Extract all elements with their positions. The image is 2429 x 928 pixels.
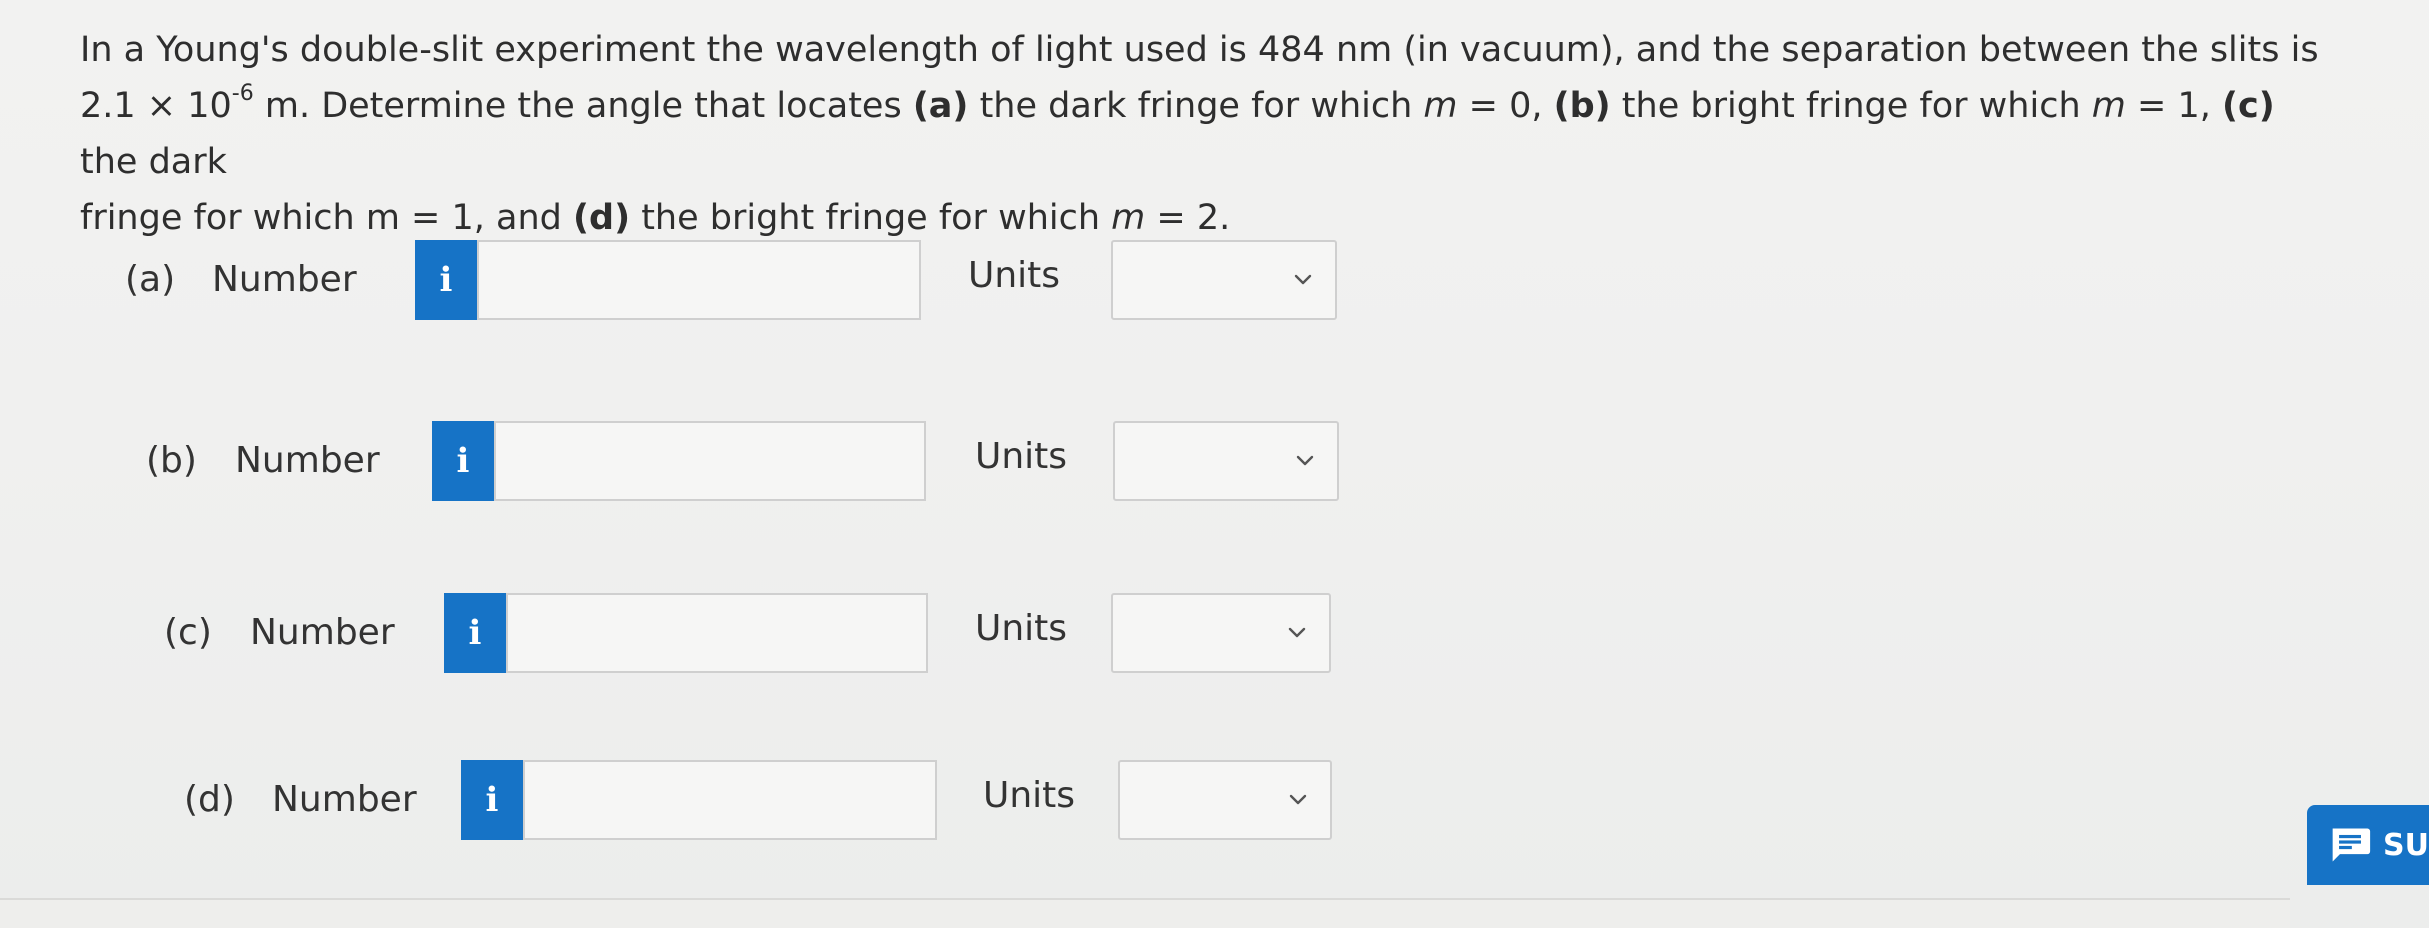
part-d-units-select[interactable] <box>1118 760 1332 840</box>
m-equals-1: = 1, <box>2125 86 2222 126</box>
part-b-text: the bright fringe for which <box>1610 86 2092 126</box>
info-icon: i <box>468 613 482 653</box>
and-text: , and <box>473 198 574 238</box>
part-b-units-label: Units <box>975 436 1068 477</box>
part-d-number-input[interactable] <box>523 760 937 840</box>
part-d-tag: (d) <box>573 198 631 238</box>
part-a-number-input[interactable] <box>477 240 921 320</box>
submit-tab-label: SU <box>2383 827 2429 863</box>
part-a-tag: (a) <box>912 86 969 126</box>
part-d-row: (d) Number i Units <box>0 760 1400 840</box>
part-b-number-input[interactable] <box>494 421 926 501</box>
m-variable: m <box>1111 198 1146 238</box>
part-b-row: (b) Number i Units <box>0 421 1400 501</box>
chevron-down-icon <box>1294 274 1312 285</box>
m-equals-1-dark: m = 1 <box>365 198 474 238</box>
question-line-2: 2.1 × 10-6 m. Determine the angle that l… <box>80 78 2320 190</box>
part-c-info-button[interactable]: i <box>444 593 506 673</box>
part-b-tag: (b) <box>1553 86 1611 126</box>
info-icon: i <box>439 260 453 300</box>
part-d-number-label: Number <box>272 779 417 820</box>
m-equals-2: = 2. <box>1145 198 1231 238</box>
part-d-label: (d) <box>184 779 235 820</box>
m-variable: m <box>2091 86 2126 126</box>
part-a-number-label: Number <box>212 259 357 300</box>
info-icon: i <box>485 780 499 820</box>
question-line-1: In a Young's double-slit experiment the … <box>80 22 2320 78</box>
slit-separation-exponent: -6 <box>231 81 254 107</box>
chevron-down-icon <box>1288 627 1306 638</box>
part-c-units-label: Units <box>975 608 1068 649</box>
part-a-units-label: Units <box>968 255 1061 296</box>
part-c-number-label: Number <box>250 612 395 653</box>
part-b-label: (b) <box>146 440 197 481</box>
part-c-text: the dark <box>80 142 227 182</box>
part-c-tag: (c) <box>2222 86 2275 126</box>
info-icon: i <box>456 441 470 481</box>
m-equals-0: = 0, <box>1457 86 1554 126</box>
part-d-units-label: Units <box>983 775 1076 816</box>
part-c-units-select[interactable] <box>1111 593 1331 673</box>
slit-separation-mantissa: 2.1 × 10 <box>80 86 232 126</box>
part-c-row: (c) Number i Units <box>0 593 1400 673</box>
part-d-info-button[interactable]: i <box>461 760 523 840</box>
part-b-number-label: Number <box>235 440 380 481</box>
part-a-units-select[interactable] <box>1111 240 1337 320</box>
chat-bubble-icon <box>2332 828 2371 862</box>
part-d-text: the bright fringe for which <box>630 198 1112 238</box>
chevron-down-icon <box>1296 455 1314 466</box>
question-line-3: fringe for which m = 1, and (d) the brig… <box>80 190 2320 246</box>
chevron-down-icon <box>1289 794 1307 805</box>
bottom-panel-edge <box>0 898 2290 928</box>
question-line-2-text: m. Determine the angle that locates <box>253 86 913 126</box>
question-line-3-text: fringe for which <box>80 198 366 238</box>
question-line-1-text: In a Young's double-slit experiment the … <box>80 30 2319 70</box>
part-a-row: (a) Number i Units <box>0 240 1400 320</box>
part-a-info-button[interactable]: i <box>415 240 477 320</box>
question-text: In a Young's double-slit experiment the … <box>80 22 2320 246</box>
part-c-label: (c) <box>164 612 212 653</box>
submit-tab[interactable]: SU <box>2307 805 2429 885</box>
part-a-label: (a) <box>125 259 176 300</box>
part-b-units-select[interactable] <box>1113 421 1339 501</box>
m-variable: m <box>1423 86 1458 126</box>
part-a-text: the dark fringe for which <box>968 86 1424 126</box>
part-b-info-button[interactable]: i <box>432 421 494 501</box>
part-c-number-input[interactable] <box>506 593 928 673</box>
